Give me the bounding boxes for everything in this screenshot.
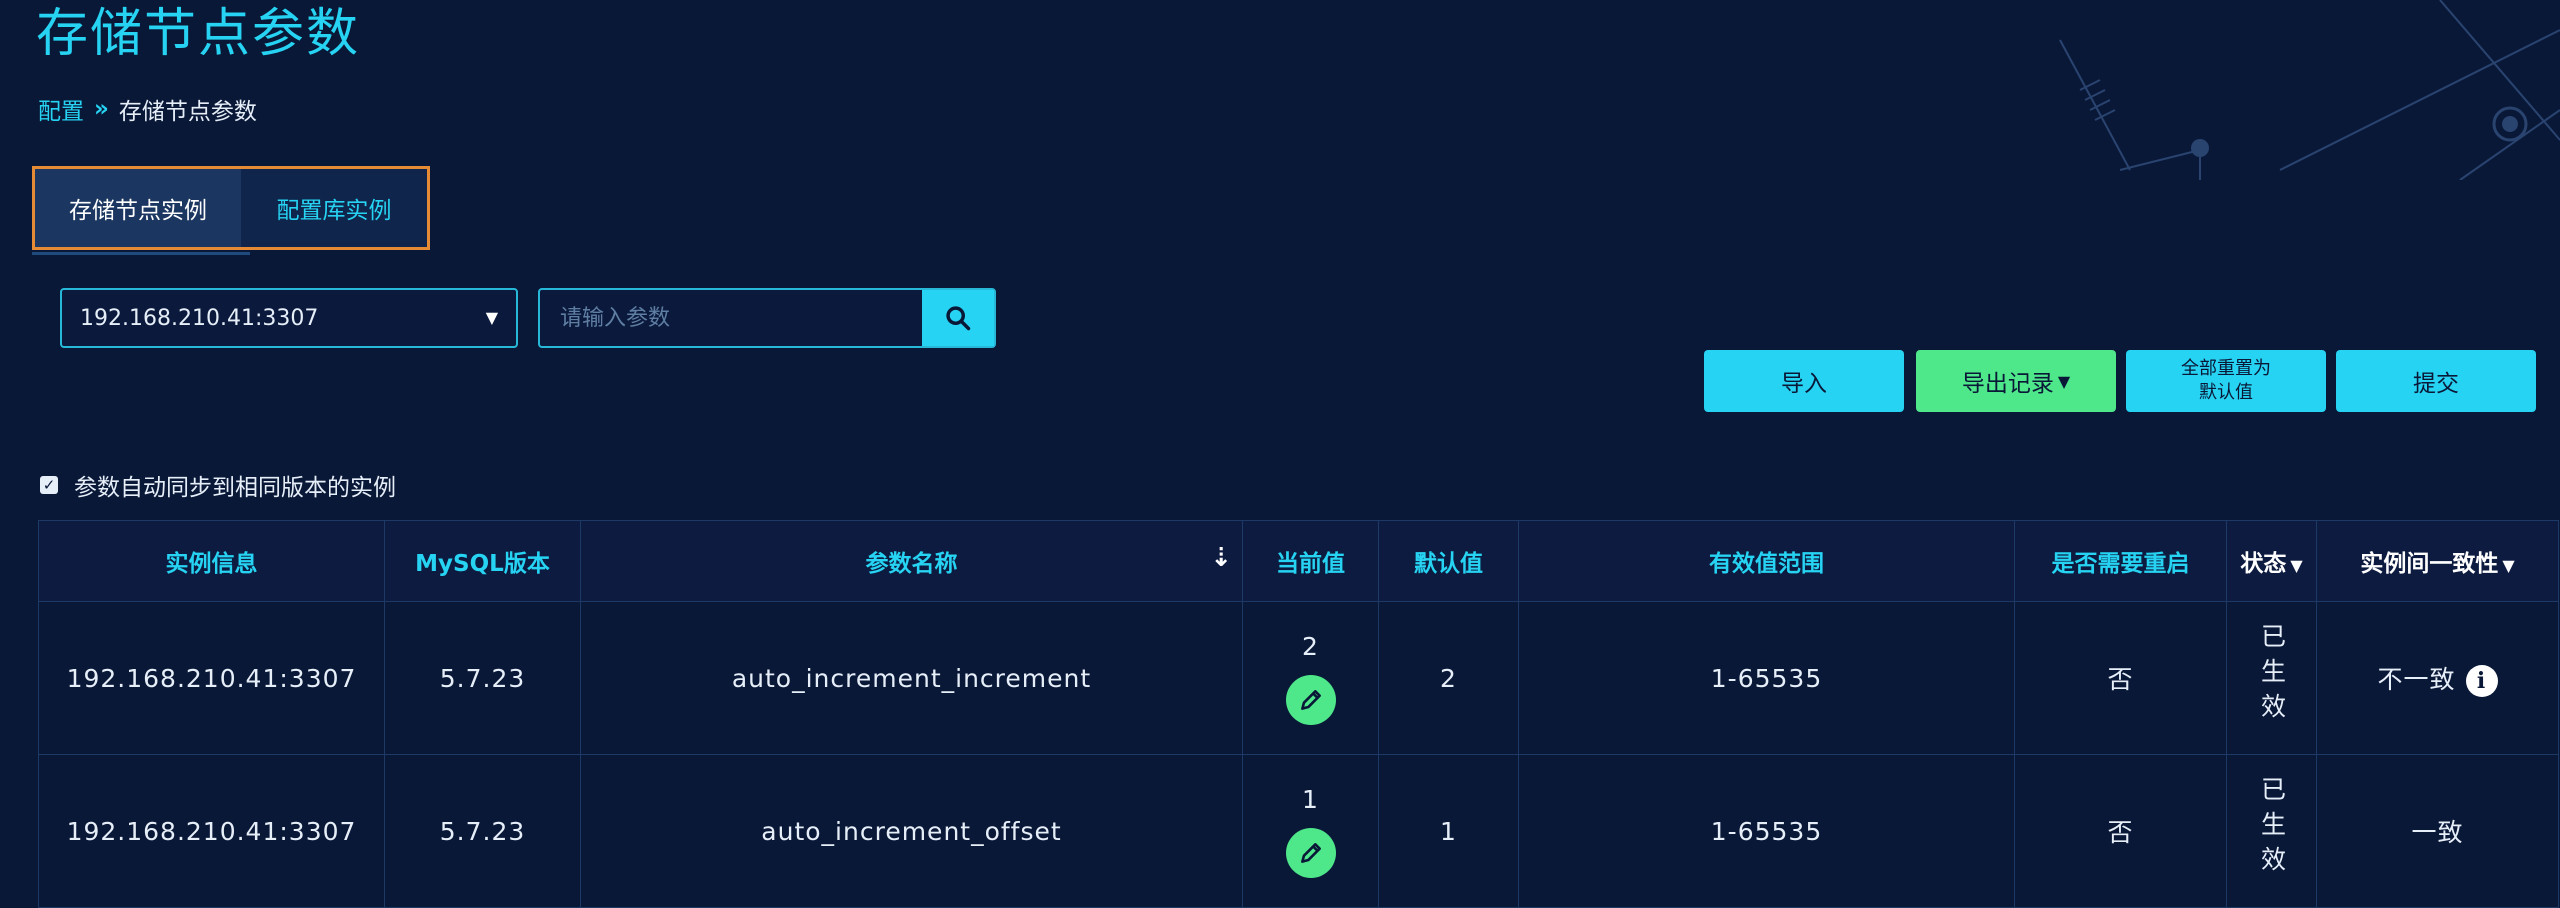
- breadcrumb: 配置 » 存储节点参数: [38, 92, 257, 126]
- cell-valid-range: 1-65535: [1518, 601, 2015, 755]
- cell-valid-range: 1-65535: [1518, 754, 2015, 908]
- cell-consistency: 一致: [2316, 754, 2559, 908]
- col-header-consistency-label: 实例间一致性: [2360, 551, 2499, 577]
- col-header-mysql-version: MySQL版本: [384, 520, 581, 602]
- col-header-default-value: 默认值: [1378, 520, 1519, 602]
- auto-sync-checkbox[interactable]: ✓: [40, 476, 58, 494]
- param-search: [538, 288, 996, 348]
- table-row: 192.168.210.41:3307 5.7.23 auto_incremen…: [38, 754, 2559, 908]
- col-header-param-name: 参数名称 ⇣: [580, 520, 1243, 602]
- cell-current-value: 2: [1242, 601, 1379, 755]
- current-value-text: 1: [1302, 784, 1319, 814]
- status-text: 已生效: [2257, 622, 2287, 728]
- edit-value-button[interactable]: [1285, 827, 1336, 878]
- tab-bar: 存储节点实例 配置库实例: [32, 166, 430, 250]
- export-records-button[interactable]: 导出记录 ▼: [1916, 350, 2116, 412]
- export-records-label: 导出记录: [1961, 371, 2054, 397]
- cell-default-value: 2: [1378, 601, 1519, 755]
- cell-param-name: auto_increment_increment: [580, 601, 1243, 755]
- caret-down-icon: ▼: [2290, 556, 2303, 575]
- search-icon: [946, 306, 971, 331]
- reset-all-label-line1: 全部重置为: [2181, 358, 2271, 379]
- tab-config-db-instance[interactable]: 配置库实例: [241, 169, 427, 247]
- cell-needs-restart: 否: [2014, 754, 2227, 908]
- active-tab-indicator: [32, 252, 250, 255]
- submit-button[interactable]: 提交: [2336, 350, 2536, 412]
- table-row: 192.168.210.41:3307 5.7.23 auto_incremen…: [38, 601, 2559, 755]
- cell-default-value: 1: [1378, 754, 1519, 908]
- col-header-current-value: 当前值: [1242, 520, 1379, 602]
- chevron-double-right-icon: »: [94, 96, 109, 122]
- breadcrumb-current: 存储节点参数: [118, 99, 257, 125]
- instance-select[interactable]: 192.168.210.41:3307 ▼: [60, 288, 518, 348]
- col-header-instance: 实例信息: [38, 520, 385, 602]
- cell-status: 已生效: [2226, 601, 2317, 755]
- col-header-status-label: 状态: [2240, 551, 2287, 577]
- breadcrumb-parent-link[interactable]: 配置: [38, 92, 84, 126]
- table-header-row: 实例信息 MySQL版本 参数名称 ⇣ 当前值 默认值 有效值范围 是否需要重启 …: [38, 520, 2559, 602]
- cell-instance: 192.168.210.41:3307: [38, 754, 385, 908]
- caret-down-icon: ▼: [2502, 556, 2515, 575]
- decorative-circuit-lines: [2059, 0, 2560, 180]
- status-text: 已生效: [2257, 775, 2287, 881]
- cell-consistency: 不一致 i: [2316, 601, 2559, 755]
- cell-needs-restart: 否: [2014, 601, 2227, 755]
- cell-instance: 192.168.210.41:3307: [38, 601, 385, 755]
- col-header-param-name-label: 参数名称: [865, 551, 958, 577]
- reset-all-label-line2: 默认值: [2199, 382, 2253, 403]
- caret-down-icon: ▼: [2057, 371, 2071, 391]
- import-button[interactable]: 导入: [1704, 350, 1904, 412]
- col-header-status-filter[interactable]: 状态 ▼: [2226, 520, 2317, 602]
- params-table: 实例信息 MySQL版本 参数名称 ⇣ 当前值 默认值 有效值范围 是否需要重启 …: [38, 520, 2559, 908]
- search-button[interactable]: [922, 290, 994, 346]
- consistency-text: 不一致: [2377, 664, 2456, 694]
- sort-icon[interactable]: ⇣: [1210, 543, 1232, 573]
- cell-status: 已生效: [2226, 754, 2317, 908]
- auto-sync-label: 参数自动同步到相同版本的实例: [74, 475, 396, 501]
- page-title: 存储节点参数: [36, 4, 361, 64]
- tab-storage-node-instance[interactable]: 存储节点实例: [35, 169, 241, 247]
- cell-param-name: auto_increment_offset: [580, 754, 1243, 908]
- info-icon[interactable]: i: [2465, 664, 2498, 697]
- reset-all-button[interactable]: 全部重置为 默认值: [2126, 350, 2326, 412]
- pencil-icon: [1300, 842, 1321, 863]
- instance-select-value: 192.168.210.41:3307: [80, 305, 319, 331]
- cell-current-value: 1: [1242, 754, 1379, 908]
- auto-sync-option[interactable]: ✓ 参数自动同步到相同版本的实例: [40, 468, 396, 502]
- caret-down-icon: ▼: [485, 308, 498, 327]
- col-header-needs-restart: 是否需要重启: [2014, 520, 2227, 602]
- col-header-consistency-filter[interactable]: 实例间一致性 ▼: [2316, 520, 2559, 602]
- edit-value-button[interactable]: [1285, 674, 1336, 725]
- cell-version: 5.7.23: [384, 601, 581, 755]
- col-header-valid-range: 有效值范围: [1518, 520, 2015, 602]
- cell-version: 5.7.23: [384, 754, 581, 908]
- param-search-input[interactable]: [540, 290, 922, 346]
- current-value-text: 2: [1302, 631, 1319, 661]
- pencil-icon: [1300, 689, 1321, 710]
